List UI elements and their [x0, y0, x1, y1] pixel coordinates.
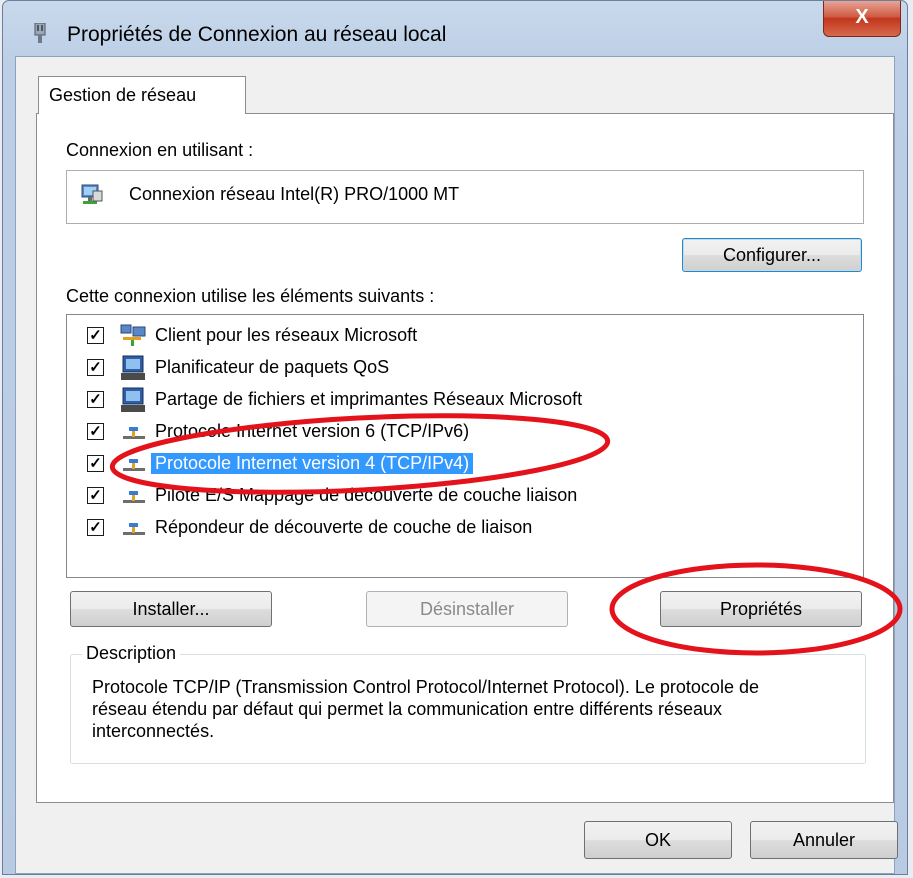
protocol-icon	[123, 427, 145, 439]
network-adapter-icon	[34, 23, 46, 43]
list-item-selected[interactable]: ✓ Protocole Internet version 4 (TCP/IPv4…	[67, 449, 863, 479]
list-item[interactable]: ✓ Planificateur de paquets QoS	[67, 353, 863, 383]
list-item-label: Répondeur de découverte de couche de lia…	[155, 517, 533, 537]
tab-gestion-de-reseau[interactable]: Gestion de réseau	[38, 76, 246, 114]
uninstall-button[interactable]: Désinstaller	[366, 591, 568, 627]
window-title: Propriétés de Connexion au réseau local	[67, 23, 447, 46]
checkbox[interactable]: ✓	[87, 391, 104, 408]
title-bar[interactable]: Propriétés de Connexion au réseau local …	[3, 1, 907, 59]
checkbox[interactable]: ✓	[87, 455, 104, 472]
list-item[interactable]: ✓ Répondeur de découverte de couche de l…	[67, 513, 863, 543]
properties-button[interactable]: Propriétés	[660, 591, 862, 627]
network-adapter-icon	[81, 184, 103, 204]
list-item-label: Pilote E/S Mappage de découverte de couc…	[155, 485, 578, 505]
service-icon	[121, 387, 145, 412]
ok-button[interactable]: OK	[584, 821, 732, 859]
checkbox[interactable]: ✓	[87, 327, 104, 344]
connection-label: Connexion en utilisant :	[66, 140, 254, 160]
list-item[interactable]: ✓ Partage de fichiers et imprimantes Rés…	[67, 385, 863, 415]
adapter-name: Connexion réseau Intel(R) PRO/1000 MT	[129, 184, 460, 204]
cancel-button[interactable]: Annuler	[750, 821, 898, 859]
checkbox[interactable]: ✓	[87, 519, 104, 536]
protocol-icon	[123, 523, 145, 535]
list-item-label: Partage de fichiers et imprimantes Résea…	[155, 389, 583, 409]
description-legend: Description	[82, 643, 181, 664]
description-text: Protocole TCP/IP (Transmission Control P…	[92, 677, 759, 741]
list-item[interactable]: ✓ Client pour les réseaux Microsoft	[67, 321, 863, 351]
protocol-icon	[123, 459, 145, 471]
install-button[interactable]: Installer...	[70, 591, 272, 627]
checkbox[interactable]: ✓	[87, 487, 104, 504]
close-button[interactable]: X	[823, 1, 901, 37]
service-icon	[121, 355, 145, 380]
configure-button[interactable]: Configurer...	[682, 238, 862, 272]
list-item[interactable]: ✓ Protocole Internet version 6 (TCP/IPv6…	[67, 417, 863, 447]
list-item-label: Protocole Internet version 6 (TCP/IPv6)	[155, 421, 470, 441]
list-item[interactable]: ✓ Pilote E/S Mappage de découverte de co…	[67, 481, 863, 511]
list-item-label: Protocole Internet version 4 (TCP/IPv4)	[151, 453, 474, 474]
components-label: Cette connexion utilise les éléments sui…	[66, 286, 435, 306]
list-item-label: Planificateur de paquets QoS	[155, 357, 390, 377]
components-list[interactable]: ✓ Client pour les réseaux Microsoft ✓ Pl…	[66, 314, 864, 578]
network-client-icon	[120, 324, 146, 346]
checkbox[interactable]: ✓	[87, 423, 104, 440]
list-item-label: Client pour les réseaux Microsoft	[155, 325, 418, 345]
adapter-field: Connexion réseau Intel(R) PRO/1000 MT	[66, 170, 864, 224]
checkbox[interactable]: ✓	[87, 359, 104, 376]
protocol-icon	[123, 491, 145, 503]
